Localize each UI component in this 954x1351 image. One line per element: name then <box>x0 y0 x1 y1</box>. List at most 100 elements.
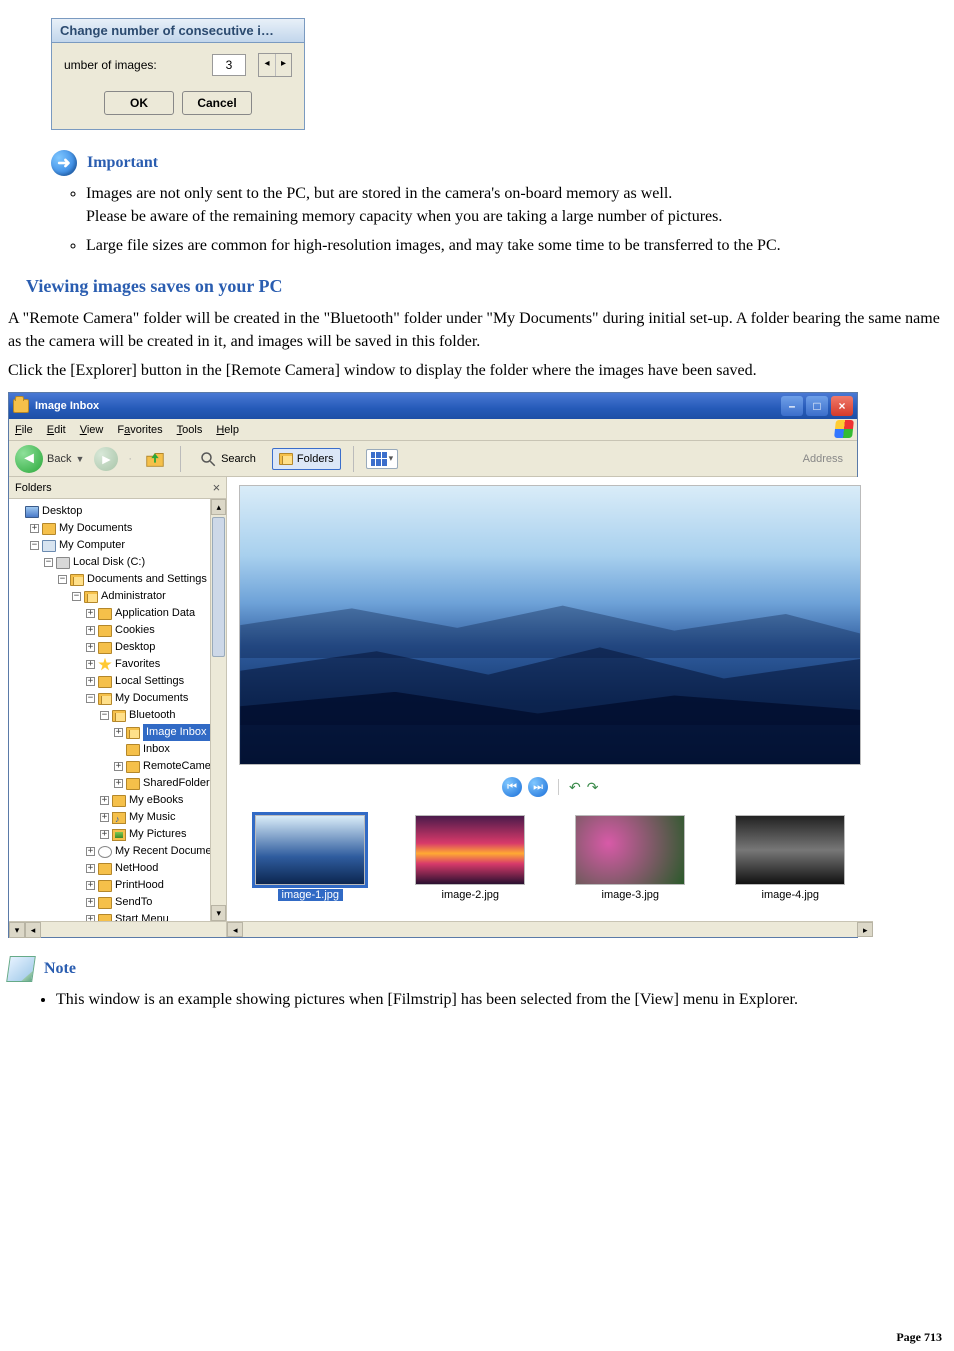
back-label: Back <box>47 453 71 465</box>
scroll-right-icon[interactable]: ▸ <box>857 922 873 937</box>
folder-icon <box>126 761 140 773</box>
tree-item-my-documents[interactable]: +My Documents <box>13 520 226 537</box>
scroll-thumb[interactable] <box>212 517 225 657</box>
tree-item-my-recent[interactable]: +My Recent Documents <box>13 843 226 860</box>
tree-item-my-music[interactable]: +My Music <box>13 809 226 826</box>
menu-view[interactable]: View <box>80 424 104 436</box>
menu-help[interactable]: Help <box>216 424 239 436</box>
menu-file[interactable]: File <box>15 424 33 436</box>
music-folder-icon <box>112 812 126 824</box>
tree-item-desktop-folder[interactable]: +Desktop <box>13 639 226 656</box>
folder-icon <box>126 778 140 790</box>
menu-edit[interactable]: Edit <box>47 424 66 436</box>
folder-icon <box>84 591 98 603</box>
thumbnail-caption: image-2.jpg <box>442 889 499 901</box>
tree-item-remote-camera[interactable]: +RemoteCamera <box>13 758 226 775</box>
folder-icon <box>42 523 56 535</box>
tree-item-cookies[interactable]: +Cookies <box>13 622 226 639</box>
stepper-left-icon[interactable]: ◂ <box>259 54 275 76</box>
images-count-value[interactable]: 3 <box>212 54 246 76</box>
thumbnail-image <box>255 815 365 885</box>
tree-item-inbox[interactable]: Inbox <box>13 741 226 758</box>
tree-item-printhood[interactable]: +PrintHood <box>13 877 226 894</box>
ok-button[interactable]: OK <box>104 91 174 115</box>
scroll-up-icon[interactable]: ▴ <box>211 499 226 515</box>
thumbnail-caption: image-1.jpg <box>278 889 343 901</box>
explorer-menubar: File Edit View Favorites Tools Help <box>9 419 857 441</box>
tree-item-bluetooth[interactable]: −Bluetooth <box>13 707 226 724</box>
back-button[interactable]: ◄ <box>15 445 43 473</box>
thumbnail-image <box>735 815 845 885</box>
tree-item-my-ebooks[interactable]: +My eBooks <box>13 792 226 809</box>
scroll-down-icon[interactable]: ▾ <box>211 905 226 921</box>
thumbnail[interactable]: image-1.jpg <box>245 815 375 901</box>
folders-icon <box>279 453 293 465</box>
tree-dropdown-icon[interactable]: ▾ <box>9 922 25 938</box>
folder-icon <box>98 863 112 875</box>
drive-icon <box>56 557 70 569</box>
stepper-right-icon[interactable]: ▸ <box>275 54 291 76</box>
note-item: This window is an example showing pictur… <box>56 988 946 1011</box>
tree-item-nethood[interactable]: +NetHood <box>13 860 226 877</box>
tree-item-shared-folder[interactable]: +SharedFolder <box>13 775 226 792</box>
folder-icon <box>98 676 112 688</box>
folder-icon <box>98 608 112 620</box>
menu-tools[interactable]: Tools <box>177 424 203 436</box>
folder-icon <box>98 693 112 705</box>
close-button[interactable]: × <box>831 396 853 416</box>
tree-scroll-left-icon[interactable]: ◂ <box>25 922 41 938</box>
tree-item-my-computer[interactable]: −My Computer <box>13 537 226 554</box>
tree-item-favorites[interactable]: +Favorites <box>13 656 226 673</box>
prev-image-button[interactable]: ⏮ <box>502 777 522 797</box>
minimize-button[interactable]: – <box>781 396 803 416</box>
important-item: Images are not only sent to the PC, but … <box>86 182 946 228</box>
tree-item-desktop[interactable]: Desktop <box>13 503 226 520</box>
next-image-button[interactable]: ⏭ <box>528 777 548 797</box>
tree-item-local-settings[interactable]: +Local Settings <box>13 673 226 690</box>
up-button[interactable] <box>142 446 168 472</box>
tree-item-sendto[interactable]: +SendTo <box>13 894 226 911</box>
scroll-left-icon[interactable]: ◂ <box>227 922 243 937</box>
tree-item-image-inbox[interactable]: +Image Inbox <box>13 724 226 741</box>
cancel-button[interactable]: Cancel <box>182 91 252 115</box>
explorer-window: Image Inbox – □ × File Edit View Favorit… <box>8 392 858 938</box>
tree-item-my-pictures[interactable]: +My Pictures <box>13 826 226 843</box>
tree-item-local-disk[interactable]: −Local Disk (C:) <box>13 554 226 571</box>
back-dropdown-icon[interactable]: ▼ <box>75 454 84 464</box>
folders-button[interactable]: Folders <box>272 448 341 470</box>
note-list: This window is an example showing pictur… <box>56 988 946 1011</box>
windows-flag-icon <box>834 420 854 438</box>
rotate-cw-button[interactable]: ↷ <box>587 779 599 796</box>
thumbnail[interactable]: image-4.jpg <box>725 815 855 901</box>
folders-pane-close-icon[interactable]: × <box>213 480 221 495</box>
tree-item-application-data[interactable]: +Application Data <box>13 605 226 622</box>
search-button[interactable]: Search <box>193 446 262 472</box>
folder-icon <box>13 399 29 413</box>
content-hscrollbar[interactable]: ◂ ▸ <box>227 921 873 937</box>
thumbnail[interactable]: image-3.jpg <box>565 815 695 901</box>
explorer-toolbar: ◄ Back ▼ ► · Search Folders ▾ Address <box>9 441 857 477</box>
tree-item-administrator[interactable]: −Administrator <box>13 588 226 605</box>
rotate-ccw-button[interactable]: ↶ <box>569 779 581 796</box>
views-button[interactable]: ▾ <box>366 449 399 469</box>
forward-button[interactable]: ► <box>94 447 118 471</box>
tree-item-start-menu[interactable]: +Start Menu <box>13 911 226 921</box>
tree-scrollbar[interactable]: ▴ ▾ <box>210 499 226 921</box>
tree-item-my-documents-2[interactable]: −My Documents <box>13 690 226 707</box>
desktop-icon <box>25 506 39 518</box>
maximize-button[interactable]: □ <box>806 396 828 416</box>
folders-pane-label: Folders <box>15 482 52 494</box>
menu-favorites[interactable]: Favorites <box>117 424 162 436</box>
tree-item-documents-settings[interactable]: −Documents and Settings <box>13 571 226 588</box>
page-number: Page 713 <box>896 1330 942 1345</box>
image-preview <box>239 485 861 765</box>
folder-icon <box>98 880 112 892</box>
recent-icon <box>98 846 112 858</box>
search-icon <box>199 450 217 468</box>
address-label: Address <box>803 453 851 465</box>
body-paragraph: A "Remote Camera" folder will be created… <box>8 307 946 353</box>
note-callout: Note <box>8 956 946 982</box>
thumbnail[interactable]: image-2.jpg <box>405 815 535 901</box>
images-count-stepper[interactable]: ◂ ▸ <box>258 53 292 77</box>
folder-icon <box>98 642 112 654</box>
